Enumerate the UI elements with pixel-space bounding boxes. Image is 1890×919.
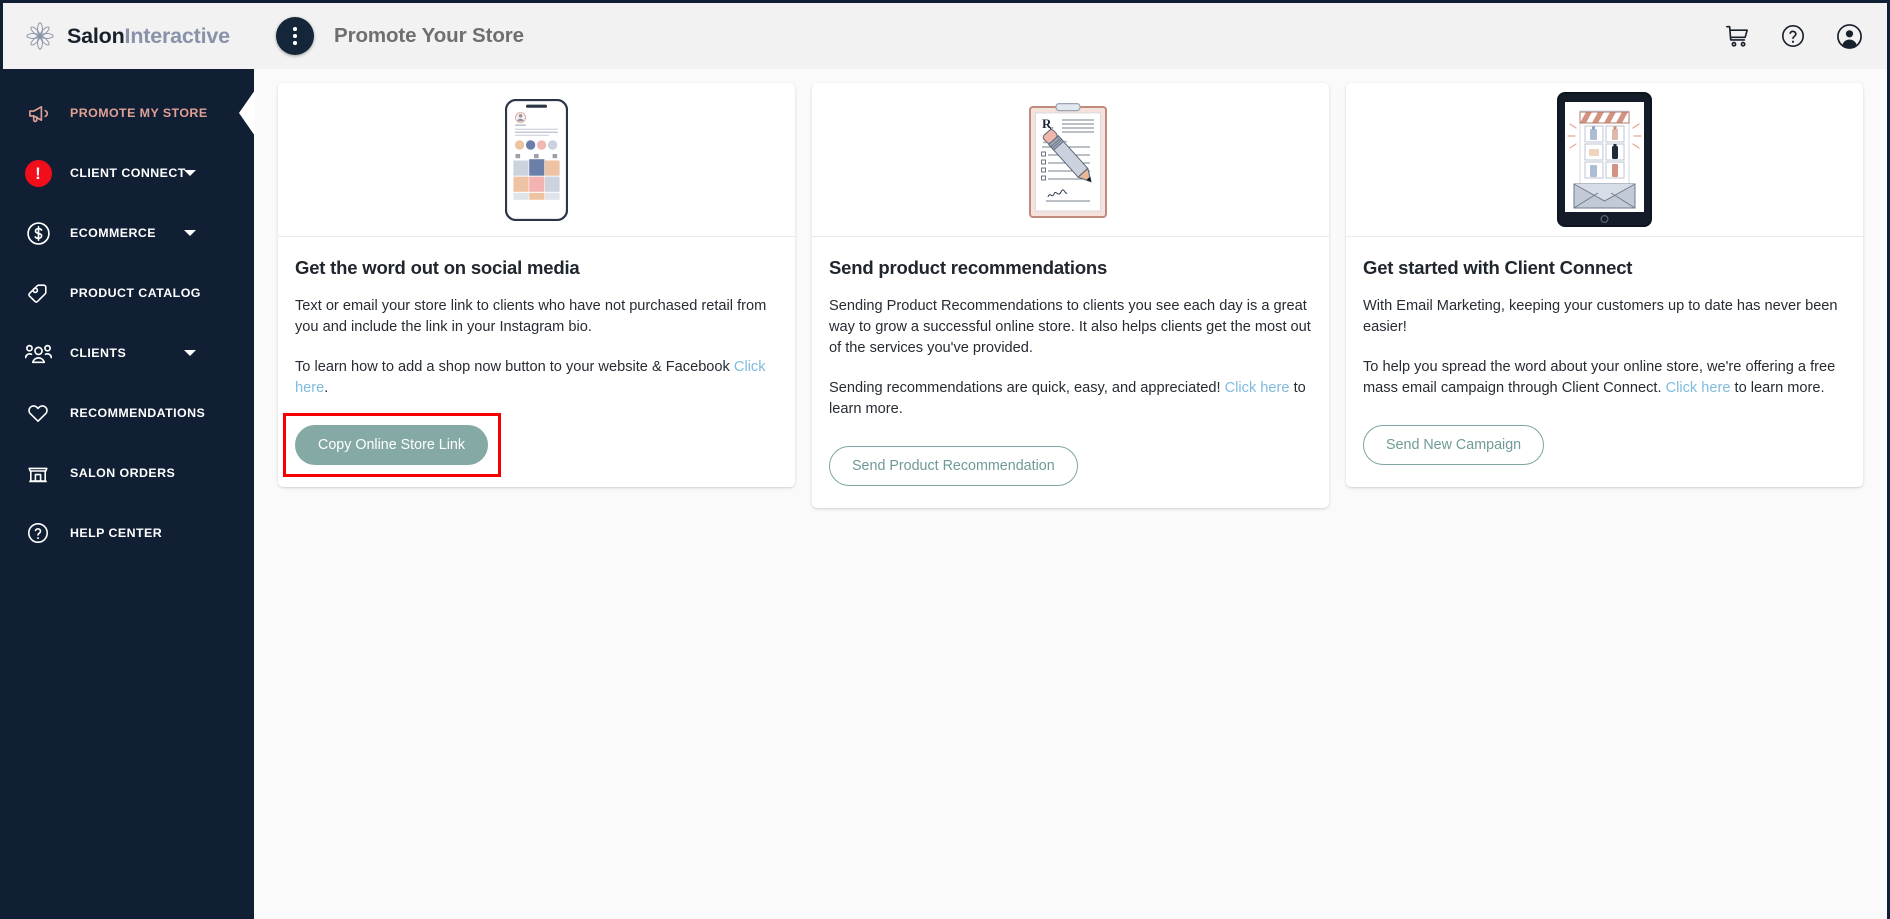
card-body: Send product recommendations Sending Pro… xyxy=(812,237,1329,508)
paragraph-text: to learn more. xyxy=(1730,380,1825,396)
card-paragraph-with-link: To help you spread the word about your o… xyxy=(1363,357,1846,399)
card-action-row: Send New Campaign xyxy=(1363,425,1846,465)
sidebar-item-recommendations[interactable]: RECOMMENDATIONS xyxy=(3,383,254,443)
copy-online-store-link-button[interactable]: Copy Online Store Link xyxy=(295,425,489,465)
paragraph-text: . xyxy=(324,380,329,396)
page-title: Promote Your Store xyxy=(334,24,524,47)
promo-card-client-connect: Get started with Client Connect With Ema… xyxy=(1346,83,1863,487)
send-product-recommendation-button[interactable]: Send Product Recommendation xyxy=(829,446,1078,486)
heart-icon xyxy=(23,398,53,428)
card-title: Get the word out on social media xyxy=(295,257,580,278)
sidebar-item-label: PRODUCT CATALOG xyxy=(70,286,201,300)
dollar-circle-icon xyxy=(23,218,53,248)
card-illustration xyxy=(278,83,795,237)
megaphone-icon xyxy=(23,98,53,128)
card-illustration: R x xyxy=(812,83,1329,237)
chevron-down-icon[interactable] xyxy=(184,350,196,356)
card-body: Get started with Client Connect With Ema… xyxy=(1346,237,1863,487)
card-action-row: Send Product Recommendation xyxy=(829,446,1312,486)
content-area: Get the word out on social media Text or… xyxy=(254,69,1887,919)
card-title: Send product recommendations xyxy=(829,257,1108,278)
active-indicator-notch xyxy=(235,90,255,136)
top-bar-actions xyxy=(1724,23,1863,50)
card-paragraph: With Email Marketing, keeping your custo… xyxy=(1363,298,1838,335)
card-title: Get started with Client Connect xyxy=(1363,257,1633,278)
sidebar-item-ecommerce[interactable]: ECOMMERCE xyxy=(3,203,254,263)
top-bar: Promote Your Store xyxy=(254,3,1887,69)
promo-card-social-media: Get the word out on social media Text or… xyxy=(278,83,795,487)
brand-name-part2: Interactive xyxy=(124,23,231,48)
storefront-icon xyxy=(23,458,53,488)
sidebar-item-label: HELP CENTER xyxy=(70,526,163,540)
question-circle-icon xyxy=(23,518,53,548)
sidebar-item-label: SALON ORDERS xyxy=(70,466,176,480)
user-account-icon[interactable] xyxy=(1836,23,1863,50)
sidebar-item-clients[interactable]: CLIENTS xyxy=(3,323,254,383)
highlight-box: Copy Online Store Link xyxy=(283,413,502,477)
chevron-down-icon[interactable] xyxy=(184,230,196,236)
question-circle-icon[interactable] xyxy=(1780,23,1806,49)
click-here-link[interactable]: Click here xyxy=(1666,380,1731,396)
card-paragraph: Sending Product Recommendations to clien… xyxy=(829,298,1311,356)
card-paragraph-with-link: Sending recommendations are quick, easy,… xyxy=(829,378,1312,420)
sidebar-nav: PROMOTE MY STORE ! CLIENT CONNECT ECOMME… xyxy=(3,69,255,563)
chevron-down-icon[interactable] xyxy=(184,170,196,176)
prescription-clipboard-pencil-illustration: R x xyxy=(1028,102,1107,218)
kebab-dot xyxy=(293,34,297,38)
tag-icon xyxy=(23,278,53,308)
tablet-email-storefront-illustration xyxy=(1557,92,1652,227)
kebab-menu-icon[interactable] xyxy=(276,17,314,55)
sidebar-item-client-connect[interactable]: ! CLIENT CONNECT xyxy=(3,143,254,203)
sidebar: SalonInteractive PROMOTE MY STORE ! CLIE… xyxy=(3,3,255,919)
brand-logo[interactable]: SalonInteractive xyxy=(3,3,254,69)
sidebar-item-label: PROMOTE MY STORE xyxy=(70,106,208,120)
kebab-dot xyxy=(293,27,297,31)
sidebar-item-label: ECOMMERCE xyxy=(70,226,156,240)
main-area: Promote Your Store Get the word out on s… xyxy=(254,3,1887,919)
promo-card-product-recommendations: R x xyxy=(812,83,1329,508)
sidebar-item-product-catalog[interactable]: PRODUCT CATALOG xyxy=(3,263,254,323)
button-wrapper: Send Product Recommendation xyxy=(829,446,1078,486)
card-body: Get the word out on social media Text or… xyxy=(278,237,795,487)
users-icon xyxy=(23,338,53,368)
sidebar-item-label: CLIENTS xyxy=(70,346,127,360)
promo-card-grid: Get the word out on social media Text or… xyxy=(278,83,1863,508)
app-window: SalonInteractive PROMOTE MY STORE ! CLIE… xyxy=(0,0,1890,919)
send-new-campaign-button[interactable]: Send New Campaign xyxy=(1363,425,1545,465)
sidebar-item-salon-orders[interactable]: SALON ORDERS xyxy=(3,443,254,503)
brand-name: SalonInteractive xyxy=(67,24,230,49)
shopping-cart-icon[interactable] xyxy=(1724,23,1750,49)
sidebar-item-help-center[interactable]: HELP CENTER xyxy=(3,503,254,563)
paragraph-text: Sending recommendations are quick, easy,… xyxy=(829,380,1225,396)
brand-name-part1: Salon xyxy=(67,23,125,48)
alert-circle-icon: ! xyxy=(23,158,53,188)
card-paragraph: Text or email your store link to clients… xyxy=(295,298,767,335)
paragraph-text: To learn how to add a shop now button to… xyxy=(295,359,734,375)
alert-badge: ! xyxy=(24,159,52,187)
card-paragraph-with-link: To learn how to add a shop now button to… xyxy=(295,357,778,399)
kebab-dot xyxy=(293,41,297,45)
sidebar-item-label: RECOMMENDATIONS xyxy=(70,406,206,420)
smartphone-social-feed-illustration xyxy=(505,98,568,221)
click-here-link[interactable]: Click here xyxy=(1225,380,1290,396)
card-action-row: Copy Online Store Link xyxy=(283,413,778,477)
asterisk-flower-logo-icon xyxy=(25,21,55,51)
button-wrapper: Send New Campaign xyxy=(1363,425,1545,465)
sidebar-item-promote-my-store[interactable]: PROMOTE MY STORE xyxy=(3,83,255,143)
sidebar-item-label: CLIENT CONNECT xyxy=(70,166,186,180)
card-illustration xyxy=(1346,83,1863,237)
